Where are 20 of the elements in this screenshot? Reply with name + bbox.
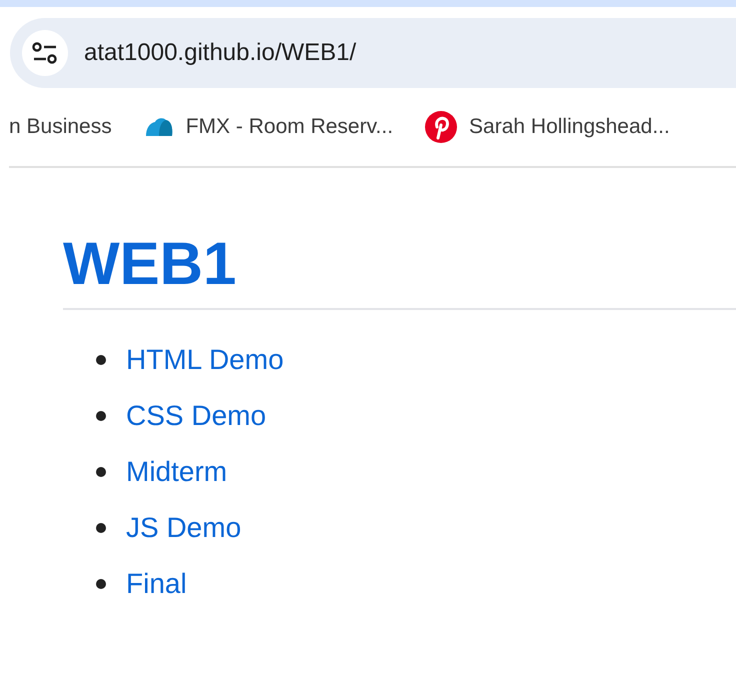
page-link[interactable]: Midterm — [126, 456, 228, 488]
bullet-icon — [96, 467, 106, 477]
pin-logo-icon — [425, 111, 458, 143]
page-heading: WEB1 — [63, 228, 736, 310]
site-settings-button[interactable] — [22, 30, 68, 76]
bullet-icon — [96, 355, 106, 365]
address-bar[interactable]: atat1000.github.io/WEB1/ — [10, 18, 736, 88]
bookmark[interactable]: FMX - Room Reserv... — [144, 115, 394, 139]
page-link[interactable]: HTML Demo — [126, 344, 284, 376]
bullet-icon — [96, 523, 106, 533]
bullet-icon — [96, 411, 106, 421]
page-link[interactable]: Final — [126, 568, 187, 600]
page-link[interactable]: CSS Demo — [126, 400, 266, 432]
bullet-icon — [96, 579, 106, 589]
bookmark[interactable]: Sarah Hollingshead... — [425, 111, 670, 143]
url-text: atat1000.github.io/WEB1/ — [84, 39, 356, 67]
page-link[interactable]: JS Demo — [126, 512, 242, 544]
cloud-icon — [144, 116, 174, 138]
tune-icon — [32, 42, 58, 64]
bookmark[interactable]: n Business — [9, 115, 112, 139]
